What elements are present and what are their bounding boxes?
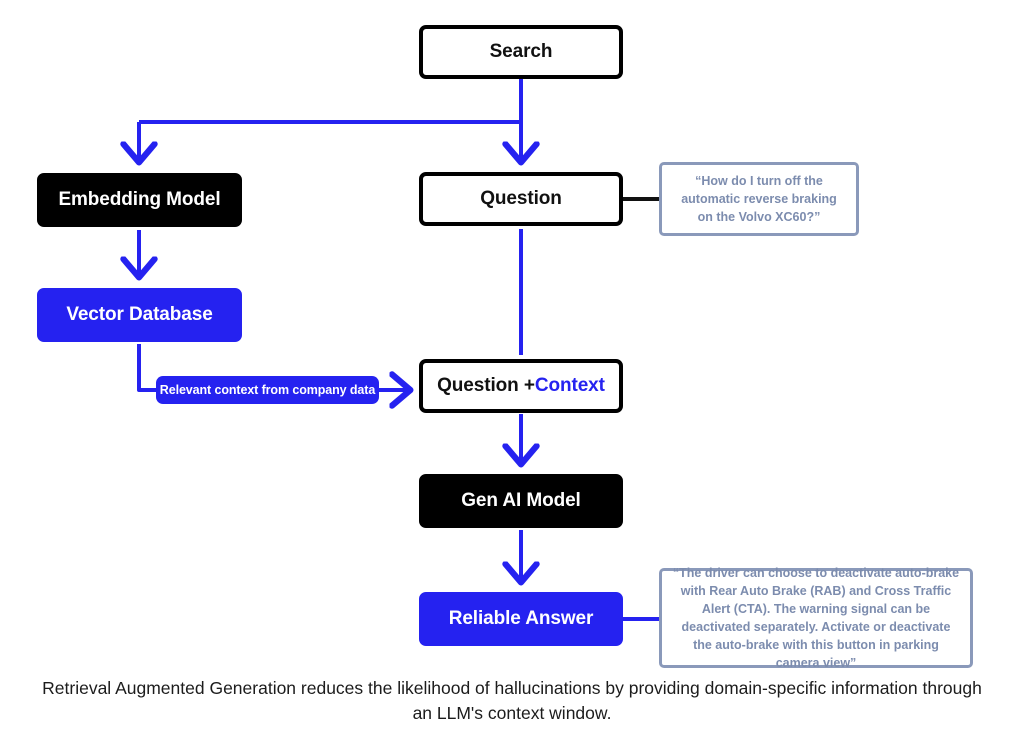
node-vector-database[interactable]: Vector Database [37,288,242,342]
callout-answer-example: “The driver can choose to deactivate aut… [659,566,973,670]
callout-question-example: “How do I turn off the automatic reverse… [659,162,859,236]
node-gen-ai-model-label: Gen AI Model [461,490,581,512]
node-gen-ai-model[interactable]: Gen AI Model [419,474,623,528]
diagram-canvas: Search Embedding Model Vector Database Q… [0,0,1024,744]
callout-answer-text: “The driver can choose to deactivate aut… [672,565,960,671]
node-reliable-answer-label: Reliable Answer [448,608,594,630]
node-vector-database-label: Vector Database [66,304,213,326]
node-question-label: Question [480,188,562,210]
node-search-label: Search [489,41,553,63]
node-question[interactable]: Question [419,172,623,226]
node-search[interactable]: Search [419,25,623,79]
node-question-plus-context[interactable]: Question + Context [419,359,623,413]
node-context-label: Context [534,375,605,397]
node-reliable-answer[interactable]: Reliable Answer [419,592,623,646]
node-question-plus-label: Question + [437,375,535,397]
label-relevant-context: Relevant context from company data [156,376,379,404]
node-embedding-model[interactable]: Embedding Model [37,173,242,227]
node-embedding-model-label: Embedding Model [58,189,221,211]
callout-question-text: “How do I turn off the automatic reverse… [681,173,837,225]
diagram-caption: Retrieval Augmented Generation reduces t… [42,678,982,724]
label-relevant-context-text: Relevant context from company data [159,383,376,397]
